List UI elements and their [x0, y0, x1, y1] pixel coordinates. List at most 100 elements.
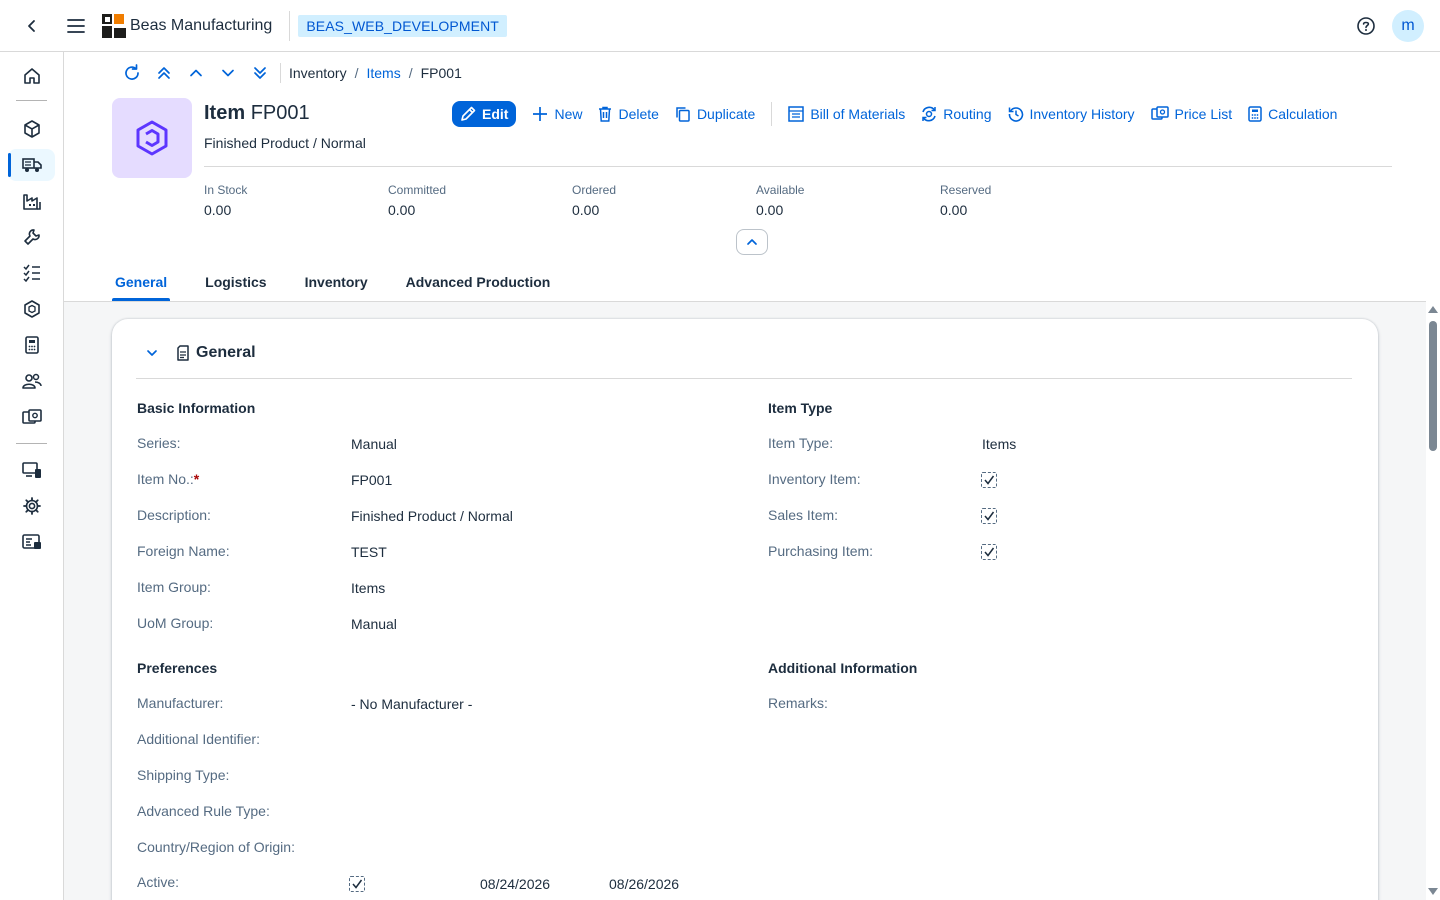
uom-group-value[interactable]: Manual [351, 616, 397, 632]
id-card-icon [21, 534, 41, 549]
last-record-button[interactable] [244, 62, 276, 84]
new-button-label: New [554, 106, 583, 122]
inventory-history-button[interactable]: Inventory History [1008, 106, 1135, 122]
active-from-date[interactable]: 08/24/2026 [480, 876, 550, 892]
series-value[interactable]: Manual [351, 436, 397, 452]
collapse-section-button[interactable] [136, 337, 168, 369]
scroll-thumb[interactable] [1429, 321, 1437, 451]
double-chevron-down-icon [254, 67, 266, 79]
item-type-label: Item Type: [768, 435, 834, 451]
previous-record-button[interactable] [180, 62, 212, 84]
tab-logistics[interactable]: Logistics [202, 262, 269, 301]
item-no-value[interactable]: FP001 [351, 472, 392, 488]
header-actions: Edit New Delete Duplicate Bill of Materi… [452, 101, 1337, 127]
tab-inventory[interactable]: Inventory [302, 262, 371, 301]
kpi-strip: In Stock 0.00 Committed 0.00 Ordered 0.0… [204, 183, 1124, 218]
object-title-id: FP001 [250, 102, 310, 124]
calculation-label: Calculation [1268, 106, 1338, 122]
price-list-button[interactable]: Price List [1150, 106, 1232, 122]
user-avatar[interactable]: m [1392, 9, 1424, 42]
hamburger-icon [67, 18, 85, 33]
tab-general[interactable]: General [112, 262, 171, 301]
nav-item-hexagon[interactable] [8, 293, 55, 325]
active-to-date[interactable]: 08/26/2026 [609, 876, 679, 892]
trash-icon [599, 106, 612, 122]
vertical-scrollbar[interactable] [1426, 301, 1440, 900]
collapse-header-button[interactable] [736, 229, 768, 255]
checkmark-icon [984, 511, 995, 521]
edit-button[interactable]: Edit [452, 101, 517, 127]
nav-item-people[interactable] [8, 365, 55, 397]
card-header: General [136, 337, 256, 369]
kpi-value: 0.00 [756, 202, 784, 218]
nav-item-money[interactable] [8, 401, 55, 433]
scroll-down-arrow[interactable] [1428, 888, 1438, 895]
nav-item-home[interactable] [8, 60, 55, 92]
description-label: Description: [137, 507, 211, 523]
object-subtitle: Finished Product / Normal [204, 135, 366, 151]
delete-button[interactable]: Delete [598, 106, 659, 122]
help-button[interactable] [1350, 10, 1382, 42]
manufacturer-label: Manufacturer: [137, 695, 224, 711]
nav-item-wrench[interactable] [8, 221, 55, 253]
history-icon [1008, 107, 1023, 122]
advanced-rule-type-label: Advanced Rule Type: [137, 803, 270, 819]
series-label: Series: [137, 435, 181, 451]
foreign-name-value[interactable]: TEST [351, 544, 387, 560]
purchasing-item-checkbox[interactable] [981, 544, 997, 560]
refresh-button[interactable] [116, 62, 148, 84]
basic-info-title: Basic Information [137, 400, 256, 416]
nav-item-devices[interactable] [8, 454, 55, 486]
active-checkbox[interactable] [349, 876, 365, 892]
routing-icon [922, 106, 937, 122]
breadcrumb-separator: / [408, 65, 413, 81]
tab-advanced-production[interactable]: Advanced Production [403, 262, 554, 301]
inventory-item-checkbox[interactable] [981, 472, 997, 488]
new-button[interactable]: New [532, 106, 582, 122]
nav-item-checklist[interactable] [8, 257, 55, 289]
manufacturer-value[interactable]: - No Manufacturer - [351, 696, 472, 712]
inventory-item-label: Inventory Item: [768, 471, 861, 487]
back-button[interactable] [16, 10, 48, 42]
first-record-button[interactable] [148, 62, 180, 84]
factory-icon [22, 194, 41, 210]
navigation-bar: Inventory / Items / FP001 [116, 62, 462, 84]
nav-item-cubes[interactable] [8, 113, 55, 145]
bill-of-materials-button[interactable]: Bill of Materials [788, 106, 905, 122]
menu-button[interactable] [60, 10, 92, 42]
nav-item-factory[interactable] [8, 185, 55, 217]
sales-item-checkbox[interactable] [981, 508, 997, 524]
checkmark-icon [352, 879, 363, 889]
nav-item-inventory[interactable] [8, 149, 55, 181]
app-logo[interactable]: Beas Manufacturing [102, 13, 272, 38]
wrench-icon [23, 229, 40, 245]
remarks-label: Remarks: [768, 695, 828, 711]
delete-button-label: Delete [618, 106, 659, 122]
routing-button[interactable]: Routing [921, 106, 992, 122]
next-record-button[interactable] [212, 62, 244, 84]
kpi-value: 0.00 [204, 202, 232, 218]
item-type-value[interactable]: Items [982, 436, 1016, 452]
nav-item-calculator[interactable] [8, 329, 55, 361]
object-avatar [112, 98, 192, 178]
purchasing-item-label: Purchasing Item: [768, 543, 874, 559]
nav-item-id-card[interactable] [8, 526, 55, 558]
refresh-icon [125, 64, 139, 80]
kpi-label: Available [756, 183, 805, 197]
scroll-up-arrow[interactable] [1428, 306, 1438, 313]
item-no-label-text: Item No.: [137, 471, 194, 487]
breadcrumb-link-items[interactable]: Items [366, 65, 400, 81]
shell-bar: Beas Manufacturing BEAS_WEB_DEVELOPMENT … [0, 0, 1440, 52]
object-title: Item FP001 [204, 102, 310, 125]
nav-item-settings[interactable] [8, 490, 55, 522]
item-group-value[interactable]: Items [351, 580, 385, 596]
description-value[interactable]: Finished Product / Normal [351, 508, 513, 524]
calculation-button[interactable]: Calculation [1248, 106, 1337, 122]
checkmark-icon [984, 547, 995, 557]
duplicate-button[interactable]: Duplicate [675, 106, 755, 122]
chevron-up-icon [747, 239, 757, 245]
duplicate-button-label: Duplicate [696, 106, 756, 122]
kpi-committed: Committed 0.00 [388, 183, 572, 218]
uom-group-label: UoM Group: [137, 615, 214, 631]
kpi-available: Available 0.00 [756, 183, 940, 218]
